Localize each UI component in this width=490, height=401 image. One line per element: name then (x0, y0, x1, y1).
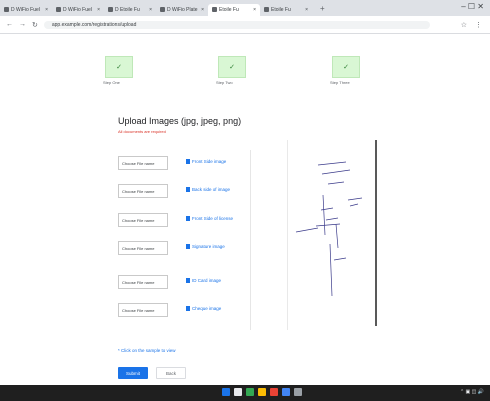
step-two-indicator: ✓ (218, 56, 246, 78)
browser-tab-active[interactable]: Etoile Fu × (208, 3, 260, 16)
handwritten-document-image (295, 140, 377, 326)
sample-link[interactable]: Front Side image (186, 159, 226, 164)
column-divider (250, 150, 251, 330)
sample-link[interactable]: Signature image (186, 244, 225, 249)
step-two-label: Step Two (216, 80, 233, 85)
browser-tab[interactable]: Etoile Fu × (260, 4, 312, 16)
window-controls[interactable]: – ☐ ✕ (461, 2, 484, 11)
download-icon (186, 159, 190, 164)
sample-link[interactable]: Cheque image (186, 306, 221, 311)
sample-link[interactable]: ID Card image (186, 278, 221, 283)
tab-title: D Etoile Fu (115, 6, 140, 13)
search-icon[interactable] (234, 388, 242, 396)
check-icon: ✓ (343, 64, 349, 71)
step-three-indicator: ✓ (332, 56, 360, 78)
tab-title: D WiFio Fuel (63, 6, 92, 13)
browser-tab[interactable]: D Etoile Fu × (104, 4, 156, 16)
sample-preview-image (287, 140, 380, 330)
back-button[interactable]: Back (156, 367, 186, 379)
download-icon (186, 306, 190, 311)
file-input[interactable]: Choose File name (118, 241, 168, 255)
file-input[interactable]: Choose File name (118, 184, 168, 198)
tab-favicon-icon (160, 7, 165, 12)
check-icon: ✓ (229, 64, 235, 71)
sample-note: * Click on the sample to view (118, 348, 176, 353)
address-bar: ← → ↻ app.example.com/registrations/uplo… (0, 16, 490, 34)
tab-strip: D WiFio Fuel × D WiFio Fuel × D Etoile Fu ×… (0, 0, 490, 16)
tab-title: D WiFio Plate Fu (167, 6, 199, 13)
sample-link[interactable]: Back side of image (186, 187, 230, 192)
tab-favicon-icon (212, 7, 217, 12)
browser-icon[interactable] (246, 388, 254, 396)
tab-title: Etoile Fu (219, 6, 239, 13)
system-tray[interactable]: ⌃ ▣ ◫ 🔊 (460, 389, 484, 395)
sample-label: ID Card image (192, 278, 222, 283)
sample-label: Front Side image (192, 159, 227, 164)
file-input[interactable]: Choose File name (118, 303, 168, 317)
mail-icon[interactable] (294, 388, 302, 396)
download-icon (186, 278, 190, 283)
file-input[interactable]: Choose File name (118, 156, 168, 170)
download-icon (186, 187, 190, 192)
menu-icon[interactable]: ⋮ (475, 21, 482, 29)
sample-label: Cheque image (192, 306, 222, 311)
tab-close-icon[interactable]: × (253, 7, 256, 13)
download-icon (186, 244, 190, 249)
sample-label: Back side of image (192, 187, 231, 192)
tab-title: Etoile Fu (271, 6, 291, 13)
tab-close-icon[interactable]: × (201, 7, 204, 13)
taskbar-apps (222, 388, 302, 396)
check-icon: ✓ (116, 64, 122, 71)
browser-tab[interactable]: D WiFio Plate Fu× (156, 4, 208, 16)
tab-close-icon[interactable]: × (97, 7, 100, 13)
tab-favicon-icon (4, 7, 9, 12)
tab-favicon-icon (108, 7, 113, 12)
step-one-indicator: ✓ (105, 56, 133, 78)
forward-icon[interactable]: → (19, 21, 26, 28)
browser-tab[interactable]: D WiFio Fuel × (0, 4, 52, 16)
step-one-label: Step One (103, 80, 120, 85)
file-input[interactable]: Choose File name (118, 275, 168, 289)
tab-favicon-icon (56, 7, 61, 12)
star-icon[interactable]: ☆ (461, 21, 467, 29)
sample-label: Front Side of license (192, 216, 234, 221)
tab-title: D WiFio Fuel (11, 6, 40, 13)
step-three-label: Step Three (330, 80, 350, 85)
browser-tab[interactable]: D WiFio Fuel × (52, 4, 104, 16)
tab-close-icon[interactable]: × (305, 7, 308, 13)
required-notice: All documents are required (118, 129, 166, 134)
submit-button[interactable]: Submit (118, 367, 148, 379)
store-icon[interactable] (282, 388, 290, 396)
folder-icon[interactable] (258, 388, 266, 396)
tab-favicon-icon (264, 7, 269, 12)
sample-link[interactable]: Front Side of license (186, 216, 233, 221)
new-tab-button[interactable]: + (320, 4, 325, 13)
url-field[interactable]: app.example.com/registrations/upload (43, 20, 430, 29)
download-icon (186, 216, 190, 221)
tab-close-icon[interactable]: × (149, 7, 152, 13)
start-icon[interactable] (222, 388, 230, 396)
file-input[interactable]: Choose File name (118, 213, 168, 227)
app-icon[interactable] (270, 388, 278, 396)
sample-label: Signature image (192, 244, 225, 249)
page-title: Upload Images (jpg, jpeg, png) (118, 116, 242, 126)
tab-close-icon[interactable]: × (45, 7, 48, 13)
reload-icon[interactable]: ↻ (32, 21, 38, 29)
back-icon[interactable]: ← (6, 21, 13, 28)
